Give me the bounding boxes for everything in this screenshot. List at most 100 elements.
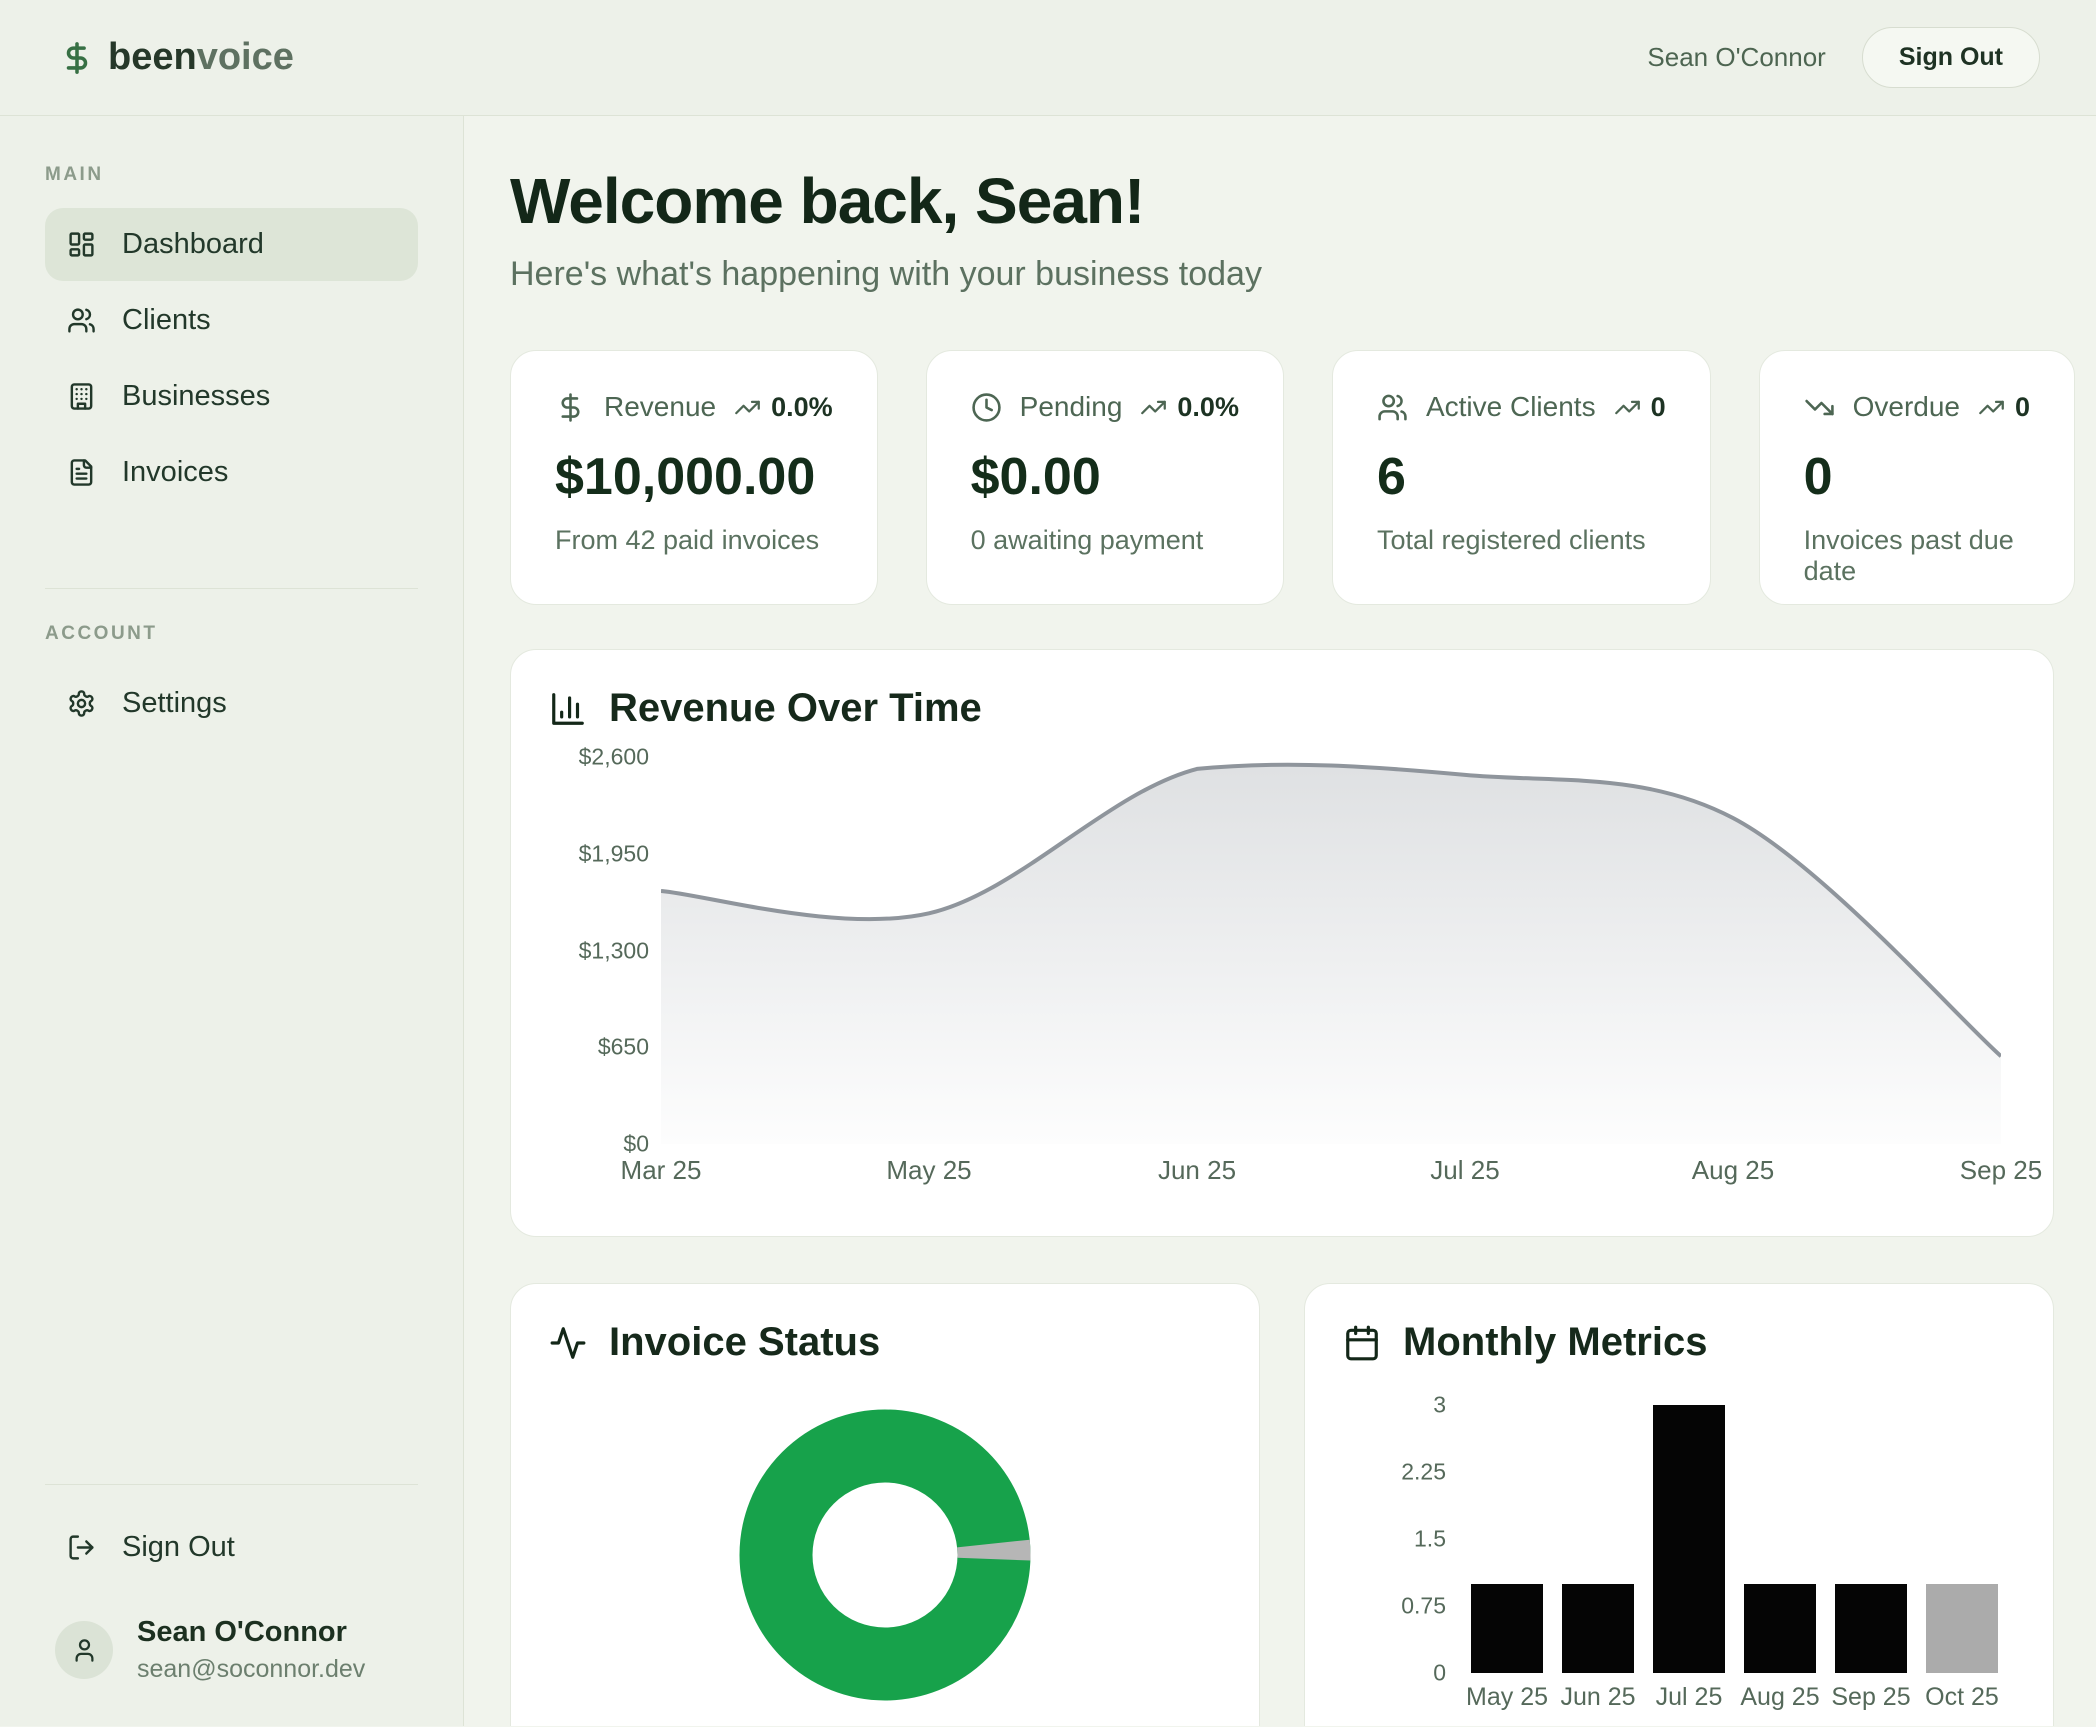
sidebar-bottom: Sign Out Sean O'Connor sean@soconnor.dev (45, 1484, 418, 1684)
x-tick-label: Jun 25 (1562, 1683, 1634, 1712)
x-tick-label: May 25 (1471, 1683, 1543, 1712)
y-tick-label: $2,600 (579, 744, 649, 771)
user-icon (71, 1637, 98, 1664)
bar-sep-25 (1835, 1584, 1907, 1673)
calendar-icon (1343, 1324, 1381, 1362)
chart-title: Invoice Status (609, 1320, 880, 1365)
dollar-sign-icon (60, 41, 94, 75)
sidebar-item-invoices[interactable]: Invoices (45, 436, 418, 509)
y-tick-label: 1.5 (1414, 1526, 1446, 1553)
sidebar-divider (45, 1484, 418, 1485)
brand-name: beenvoice (108, 36, 294, 79)
stat-card-revenue: Revenue 0.0% $10,000.00 From 42 paid inv… (510, 350, 878, 605)
y-tick-label: $1,950 (579, 840, 649, 867)
sidebar-sign-out[interactable]: Sign Out (45, 1511, 418, 1584)
chart-title: Revenue Over Time (609, 686, 982, 731)
header-right: Sean O'Connor Sign Out (1647, 27, 2040, 88)
bar-oct-25 (1926, 1584, 1998, 1673)
x-tick-label: Aug 25 (1744, 1683, 1816, 1712)
sidebar-divider (45, 588, 418, 589)
users-icon (1377, 392, 1408, 423)
trending-up-icon (1614, 394, 1641, 421)
bar-chart-icon (549, 690, 587, 728)
sidebar-item-settings[interactable]: Settings (45, 667, 418, 740)
trending-up-icon (1140, 394, 1167, 421)
trending-up-icon (734, 394, 761, 421)
stat-trend: 0.0% (1140, 392, 1239, 423)
x-tick-label: Jun 25 (1158, 1155, 1236, 1186)
metrics-y-axis: 32.251.50.750 (1343, 1405, 1446, 1673)
revenue-y-axis: $2,600$1,950$1,300$650$0 (549, 757, 649, 1144)
activity-icon (549, 1324, 587, 1362)
revenue-plot (661, 757, 2001, 1144)
top-header: beenvoice Sean O'Connor Sign Out (0, 0, 2096, 116)
stat-label: Overdue (1853, 391, 1960, 423)
sidebar-item-label: Clients (122, 304, 211, 337)
bottom-cards-row: Invoice Status Monthly Metrics (510, 1283, 2054, 1726)
stat-caption: Total registered clients (1377, 525, 1666, 556)
metrics-x-axis: May 25Jun 25Jul 25Aug 25Sep 25Oct 25 (1471, 1683, 1998, 1712)
sidebar-user-email: sean@soconnor.dev (137, 1655, 365, 1684)
log-out-icon (67, 1533, 96, 1562)
monthly-metrics-chart: 32.251.50.750 May 25Jun 25Jul 25Aug 25Se… (1343, 1405, 2015, 1726)
stat-label: Pending (1020, 391, 1123, 423)
sidebar-item-label: Businesses (122, 380, 270, 413)
sidebar-user-name: Sean O'Connor (137, 1616, 365, 1649)
trending-up-icon (1978, 394, 2005, 421)
page-subtitle: Here's what's happening with your busine… (510, 254, 2054, 294)
page-title: Welcome back, Sean! (510, 166, 2054, 236)
bar-jul-25 (1653, 1405, 1725, 1673)
header-user-name: Sean O'Connor (1647, 42, 1825, 73)
monthly-metrics-card: Monthly Metrics 32.251.50.750 May 25Jun … (1304, 1283, 2054, 1726)
trending-down-icon (1804, 392, 1835, 423)
stat-value: $0.00 (971, 447, 1239, 507)
stat-caption: 0 awaiting payment (971, 525, 1239, 556)
invoice-status-donut (549, 1409, 1221, 1701)
y-tick-label: $650 (598, 1034, 649, 1061)
sidebar-item-label: Invoices (122, 456, 228, 489)
stat-trend-value: 0.0% (771, 392, 833, 423)
metrics-bars (1471, 1405, 1998, 1673)
stat-trend: 0 (1614, 392, 1666, 423)
brand-name-primary: been (108, 36, 197, 78)
y-tick-label: 0 (1433, 1660, 1446, 1687)
revenue-over-time-card: Revenue Over Time $2,600$1,950$1,300$650… (510, 649, 2054, 1237)
sign-out-button[interactable]: Sign Out (1862, 27, 2040, 88)
bar-jun-25 (1562, 1584, 1634, 1673)
brand-logo[interactable]: beenvoice (60, 36, 294, 79)
sidebar-item-clients[interactable]: Clients (45, 284, 418, 357)
sidebar-user[interactable]: Sean O'Connor sean@soconnor.dev (45, 1616, 418, 1684)
main-content: Welcome back, Sean! Here's what's happen… (464, 116, 2096, 1726)
y-tick-label: 2.25 (1401, 1459, 1446, 1486)
brand-name-secondary: voice (197, 36, 294, 78)
avatar (55, 1621, 113, 1679)
y-tick-label: $0 (623, 1131, 649, 1158)
invoice-status-card: Invoice Status (510, 1283, 1260, 1726)
sidebar-item-businesses[interactable]: Businesses (45, 360, 418, 433)
stat-label: Active Clients (1426, 391, 1596, 423)
y-tick-label: 0.75 (1401, 1593, 1446, 1620)
sidebar-item-label: Settings (122, 687, 227, 720)
stat-value: 0 (1804, 447, 2030, 507)
stat-caption: From 42 paid invoices (555, 525, 833, 556)
sidebar-item-dashboard[interactable]: Dashboard (45, 208, 418, 281)
dashboard-grid-icon (67, 230, 96, 259)
bar-aug-25 (1744, 1584, 1816, 1673)
stat-card-overdue: Overdue 0 0 Invoices past due date (1759, 350, 2075, 605)
x-tick-label: Sep 25 (1960, 1155, 2042, 1186)
gear-icon (67, 689, 96, 718)
revenue-area (661, 765, 2001, 1144)
y-tick-label: 3 (1433, 1392, 1446, 1419)
x-tick-label: Jul 25 (1430, 1155, 1499, 1186)
bar-may-25 (1471, 1584, 1543, 1673)
sidebar-item-label: Dashboard (122, 228, 264, 261)
revenue-chart: $2,600$1,950$1,300$650$0 Mar 25May 2 (549, 757, 2013, 1197)
x-tick-label: Jul 25 (1653, 1683, 1725, 1712)
sidebar-section-account: ACCOUNT (45, 623, 418, 645)
x-tick-label: Oct 25 (1926, 1683, 1998, 1712)
stat-card-active-clients: Active Clients 0 6 Total registered clie… (1332, 350, 1711, 605)
sidebar-section-main: MAIN (45, 164, 418, 186)
sign-out-label: Sign Out (122, 1531, 235, 1564)
clock-icon (971, 392, 1002, 423)
revenue-x-axis: Mar 25May 25Jun 25Jul 25Aug 25Sep 25 (661, 1155, 2001, 1191)
